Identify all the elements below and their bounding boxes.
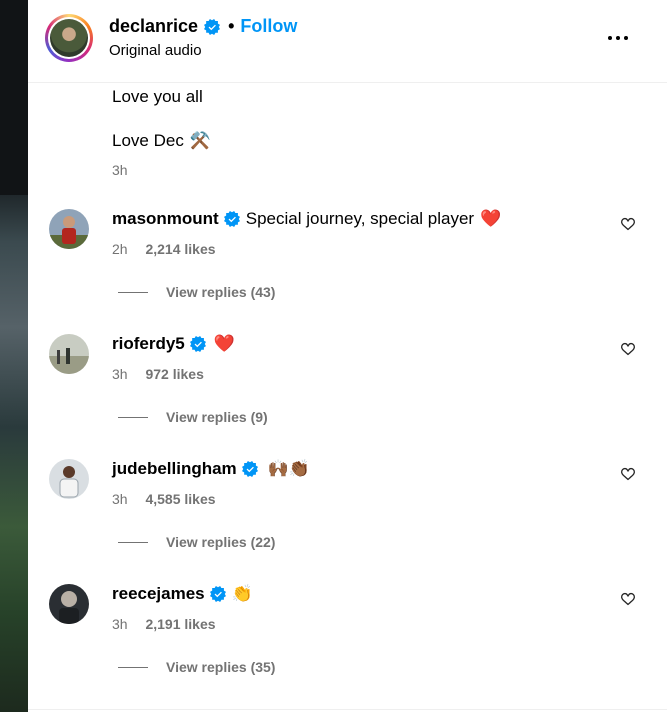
comment-item: reecejames 👏 3h 2,191 likes View replies… (28, 584, 667, 709)
view-replies-label: View replies (22) (166, 534, 276, 550)
commenter-avatar[interactable] (49, 584, 89, 624)
comment-meta: 3h 972 likes (112, 366, 204, 382)
more-options-icon[interactable] (606, 28, 632, 48)
commenter-avatar[interactable] (49, 334, 89, 374)
replies-divider (118, 416, 148, 418)
comment-content: masonmount Special journey, special play… (112, 209, 501, 229)
caption-line-2: Love Dec ⚒️ (112, 131, 211, 151)
comment-item: judebellingham 🙌🏾👏🏾 3h 4,585 likes View … (28, 459, 667, 584)
comment-username[interactable]: rioferdy5 (112, 334, 185, 354)
comment-time[interactable]: 3h (112, 366, 128, 382)
comment-likes[interactable]: 972 likes (145, 366, 203, 382)
caption-line-2-text: Love Dec (112, 131, 184, 150)
view-replies-button[interactable]: View replies (43) (118, 284, 275, 300)
comment-content: judebellingham 🙌🏾👏🏾 (112, 459, 310, 479)
view-replies-label: View replies (9) (166, 409, 268, 425)
view-replies-button[interactable]: View replies (22) (118, 534, 275, 550)
hammers-emoji-icon: ⚒️ (189, 131, 211, 151)
view-replies-label: View replies (43) (166, 284, 276, 300)
comment-meta: 2h 2,214 likes (112, 241, 216, 257)
comment-likes[interactable]: 2,214 likes (145, 241, 215, 257)
commenter-avatar[interactable] (49, 209, 89, 249)
background-photo (0, 0, 28, 712)
follow-button[interactable]: Follow (240, 16, 297, 37)
header-separator: • (228, 16, 235, 36)
comment-meta: 3h 4,585 likes (112, 491, 216, 507)
comment-time[interactable]: 3h (112, 616, 128, 632)
caption-line-1: Love you all (112, 87, 203, 106)
heart-emoji-icon: ❤️ (480, 209, 502, 229)
comment-content: reecejames 👏 (112, 584, 253, 604)
view-replies-label: View replies (35) (166, 659, 276, 675)
comment-time[interactable]: 2h (112, 241, 128, 257)
verified-badge-icon (189, 336, 206, 352)
view-replies-button[interactable]: View replies (35) (118, 659, 275, 675)
audio-label[interactable]: Original audio (109, 42, 202, 59)
commenter-avatar[interactable] (49, 459, 89, 499)
replies-divider (118, 541, 148, 543)
background-dark-area (0, 0, 28, 195)
comment-likes[interactable]: 2,191 likes (145, 616, 215, 632)
caption-time[interactable]: 3h (112, 162, 128, 178)
author-username[interactable]: declanrice (109, 16, 198, 37)
replies-divider (118, 666, 148, 668)
like-heart-icon[interactable] (620, 216, 636, 232)
verified-badge-icon (241, 461, 258, 477)
comment-content: rioferdy5 ❤️ (112, 334, 235, 354)
comment-time[interactable]: 3h (112, 491, 128, 507)
comment-text: Special journey, special player (245, 209, 475, 228)
comment-item: rioferdy5 ❤️ 3h 972 likes View replies (… (28, 334, 667, 459)
avatar-image (50, 19, 88, 57)
view-replies-button[interactable]: View replies (9) (118, 409, 268, 425)
clapping-hands-emoji-icon: 👏 (231, 584, 253, 604)
replies-divider (118, 291, 148, 293)
author-avatar[interactable] (45, 14, 93, 62)
verified-badge-icon (223, 211, 240, 227)
comment-likes[interactable]: 4,585 likes (145, 491, 215, 507)
post-header: declanrice • Follow Original audio (28, 0, 667, 83)
verified-badge-icon (209, 586, 226, 602)
comment-item: masonmount Special journey, special play… (28, 209, 667, 334)
comment-username[interactable]: reecejames (112, 584, 205, 604)
like-heart-icon[interactable] (620, 341, 636, 357)
like-heart-icon[interactable] (620, 591, 636, 607)
verified-badge-icon (204, 18, 221, 35)
like-heart-icon[interactable] (620, 466, 636, 482)
heart-emoji-icon: ❤️ (213, 334, 235, 354)
clapping-hands-emoji-icon: 🙌🏾👏🏾 (267, 459, 311, 479)
author-name-row: declanrice • Follow (109, 16, 297, 37)
bottom-divider (28, 709, 667, 710)
post-comments-panel: declanrice • Follow Original audio Love … (28, 0, 667, 712)
comment-username[interactable]: masonmount (112, 209, 219, 229)
comment-meta: 3h 2,191 likes (112, 616, 216, 632)
comment-username[interactable]: judebellingham (112, 459, 237, 479)
